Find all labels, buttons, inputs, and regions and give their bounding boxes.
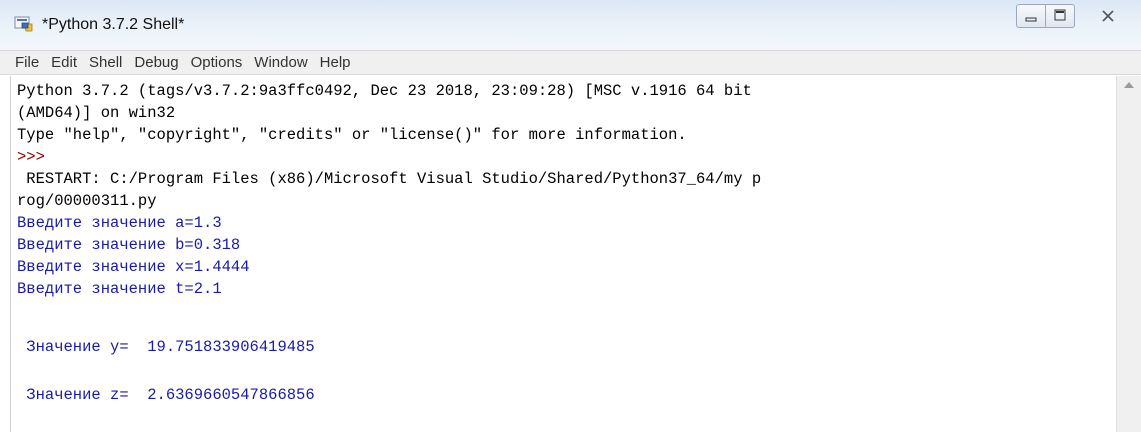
shell-output-t: Введите значение t=2.1 [17, 280, 222, 298]
vertical-scrollbar[interactable] [1116, 76, 1141, 432]
menu-edit[interactable]: Edit [45, 51, 83, 71]
shell-line-banner: Python 3.7.2 (tags/v3.7.2:9a3ffc0492, De… [17, 82, 752, 100]
shell-output-a: Введите значение a=1.3 [17, 214, 222, 232]
menu-shell[interactable]: Shell [83, 51, 128, 71]
shell-output-z: Значение z= 2.6369660547866856 [17, 386, 315, 404]
menu-options[interactable]: Options [185, 51, 249, 71]
maximize-icon [1054, 9, 1066, 21]
window-title: *Python 3.7.2 Shell* [42, 16, 185, 33]
close-button[interactable] [1086, 4, 1130, 28]
menu-help[interactable]: Help [314, 51, 357, 71]
shell-line-restart-cont: rog/00000311.py [17, 192, 157, 210]
shell-output-y: Значение y= 19.751833906419485 [17, 338, 315, 356]
shell-line-restart: RESTART: C:/Program Files (x86)/Microsof… [17, 170, 762, 188]
close-icon [1102, 10, 1114, 22]
idle-shell-window: *Python 3.7.2 Shell* File Edit Shell Debug O… [0, 0, 1141, 432]
minimize-button[interactable] [1016, 4, 1046, 28]
minimize-icon [1025, 17, 1037, 22]
title-bar[interactable]: *Python 3.7.2 Shell* [0, 0, 1141, 50]
menu-window[interactable]: Window [248, 51, 313, 71]
maximize-button[interactable] [1045, 4, 1075, 28]
shell-output-b: Введите значение b=0.318 [17, 236, 241, 254]
menu-bar: File Edit Shell Debug Options Window Help [0, 50, 1141, 75]
shell-prompt: >>> [17, 148, 45, 166]
python-idle-icon [14, 16, 33, 32]
menu-file[interactable]: File [0, 51, 45, 71]
shell-line-info: Type "help", "copyright", "credits" or "… [17, 126, 687, 144]
shell-line-banner-cont: (AMD64)] on win32 [17, 104, 176, 122]
menu-debug[interactable]: Debug [128, 51, 184, 71]
shell-text-area[interactable]: Python 3.7.2 (tags/v3.7.2:9a3ffc0492, De… [10, 76, 1117, 432]
shell-output-x: Введите значение x=1.4444 [17, 258, 250, 276]
scroll-up-icon[interactable] [1124, 82, 1134, 88]
